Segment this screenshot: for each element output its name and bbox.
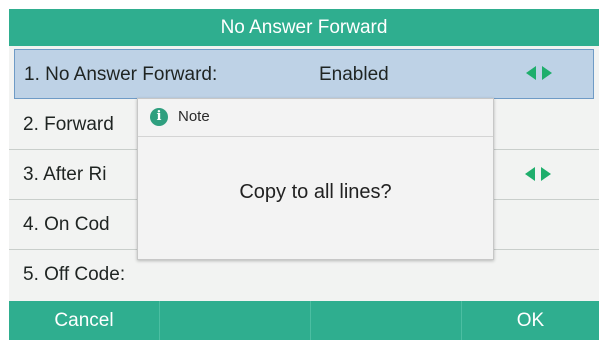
softkey-2[interactable] [160,301,311,340]
softkey-bar: Cancel OK [9,301,599,340]
value-switch-arrows[interactable] [525,167,565,181]
arrow-right-icon[interactable] [541,167,551,181]
dialog-message: Copy to all lines? [239,181,392,203]
softkey-3[interactable] [311,301,462,340]
arrow-right-icon[interactable] [542,66,552,80]
info-icon: i [150,108,168,126]
ok-softkey[interactable]: OK [462,301,599,340]
arrow-left-icon[interactable] [525,167,535,181]
row-label: 3. After Ri [23,164,107,185]
note-dialog: i Note Copy to all lines? [137,98,494,260]
row-label: 4. On Cod [23,214,110,235]
dialog-title: Note [178,108,210,125]
row-label: 1. No Answer Forward: [24,64,218,85]
row-label: 2. Forward [23,114,114,135]
phone-screen: No Answer Forward 1. No Answer Forward: … [9,9,599,340]
arrow-left-icon[interactable] [526,66,536,80]
row-value: Enabled [319,64,389,85]
row-label: 5. Off Code: [23,264,126,285]
dialog-header: i Note [138,99,493,137]
page-title: No Answer Forward [9,9,599,46]
cancel-softkey[interactable]: Cancel [9,301,160,340]
list-item-no-answer-forward[interactable]: 1. No Answer Forward: Enabled [14,49,594,99]
value-switch-arrows[interactable] [526,66,566,80]
